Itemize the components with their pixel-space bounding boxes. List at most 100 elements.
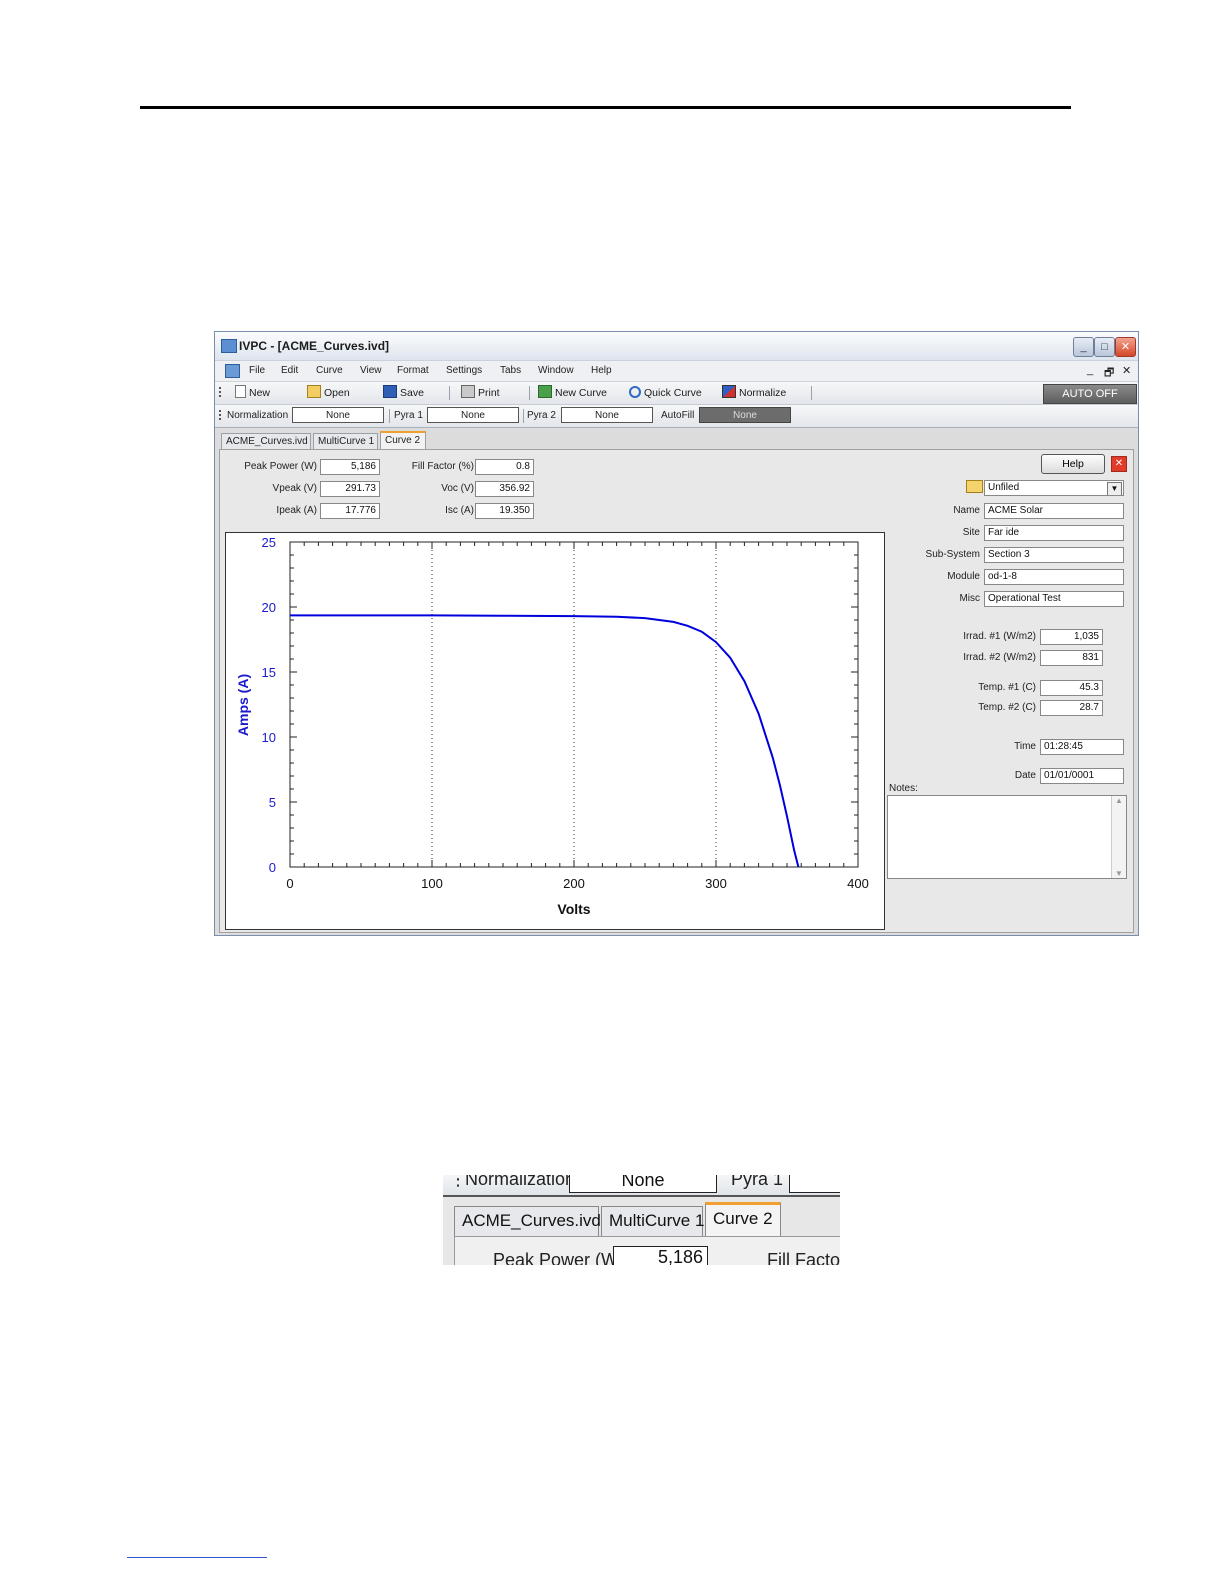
toolbar-separator <box>529 386 530 400</box>
y-tick-label: 10 <box>262 730 276 745</box>
menu-help[interactable]: Help <box>591 365 612 376</box>
x-tick-label: 0 <box>286 876 293 891</box>
minimize-button[interactable]: _ <box>1073 337 1094 357</box>
temp1-label: Temp. #1 (C) <box>978 682 1036 693</box>
pyra2-field[interactable]: None <box>561 407 653 423</box>
close-button[interactable]: ✕ <box>1115 337 1136 357</box>
menu-format[interactable]: Format <box>397 365 429 376</box>
quick-curve-button[interactable]: Quick Curve <box>629 385 702 401</box>
fill-factor-field[interactable]: 0.8 <box>475 459 534 475</box>
x-tick-label: 300 <box>705 876 727 891</box>
tab-acme-curves[interactable]: ACME_Curves.ivd <box>221 433 311 449</box>
date-label: Date <box>1014 770 1036 781</box>
site-label: Site <box>962 527 980 538</box>
pyra1-field[interactable]: None <box>427 407 519 423</box>
chevron-down-icon[interactable]: ▼ <box>1107 482 1122 495</box>
zoom-parameters-bar: ⋮ Normalization None Pyra 1 <box>443 1175 840 1197</box>
y-axis-title: Amps (A) <box>235 674 251 736</box>
new-button[interactable]: New <box>235 385 270 401</box>
date-field[interactable]: 01/01/0001 <box>1040 768 1124 784</box>
close-panel-icon[interactable]: ✕ <box>1111 456 1127 472</box>
toolbar-separator <box>449 386 450 400</box>
menu-edit[interactable]: Edit <box>281 365 298 376</box>
menu-tabs[interactable]: Tabs <box>500 365 521 376</box>
tab-multicurve-1[interactable]: MultiCurve 1 <box>313 433 378 449</box>
mdi-minimize-button[interactable]: _ <box>1087 364 1093 376</box>
normalize-icon <box>722 385 736 398</box>
temp1-field[interactable]: 45.3 <box>1040 680 1103 696</box>
mdi-restore-button[interactable]: 🗗 <box>1104 364 1114 383</box>
tab-curve-2[interactable]: Curve 2 <box>380 431 426 449</box>
menu-file[interactable]: File <box>249 365 265 376</box>
autofill-field[interactable]: None <box>699 407 791 423</box>
help-button[interactable]: Help <box>1041 454 1105 474</box>
voc-label: Voc (V) <box>441 483 474 494</box>
window-title: IVPC - [ACME_Curves.ivd] <box>239 339 390 353</box>
vpeak-label: Vpeak (V) <box>272 483 317 494</box>
app-icon <box>221 339 237 353</box>
irrad2-label: Irrad. #2 (W/m2) <box>963 652 1036 663</box>
menu-bar: File Edit Curve View Format Settings Tab… <box>215 361 1138 382</box>
zoomed-tab-detail: ⋮ Normalization None Pyra 1 ACME_Curves.… <box>443 1175 840 1265</box>
menu-view[interactable]: View <box>360 365 382 376</box>
autofill-label: AutoFill <box>661 410 695 421</box>
document-icon[interactable] <box>225 364 240 378</box>
menu-settings[interactable]: Settings <box>446 365 482 376</box>
temp2-field[interactable]: 28.7 <box>1040 700 1103 716</box>
subsystem-field[interactable]: Section 3 <box>984 547 1124 563</box>
module-field[interactable]: od-1-8 <box>984 569 1124 585</box>
ipeak-label: Ipeak (A) <box>276 505 317 516</box>
ipeak-field[interactable]: 17.776 <box>320 503 380 519</box>
y-tick-label: 0 <box>269 860 276 875</box>
new-curve-button[interactable]: New Curve <box>538 385 607 401</box>
title-bar[interactable]: IVPC - [ACME_Curves.ivd] _ □ ✕ <box>215 332 1138 361</box>
zoom-pyra1-label: Pyra 1 <box>731 1175 784 1189</box>
auto-off-button[interactable]: AUTO OFF <box>1043 384 1137 404</box>
y-tick-label: 25 <box>262 535 276 550</box>
toolbar-separator <box>811 386 812 400</box>
zoom-tab-curve-2[interactable]: Curve 2 <box>705 1202 781 1236</box>
folder-dropdown[interactable]: Unfiled ▼ <box>984 480 1124 496</box>
voc-field[interactable]: 356.92 <box>475 481 534 497</box>
name-field[interactable]: ACME Solar <box>984 503 1124 519</box>
normalization-field[interactable]: None <box>292 407 384 423</box>
notes-scrollbar[interactable]: ▲ ▼ <box>1111 796 1126 878</box>
notes-textarea[interactable]: ▲ ▼ <box>887 795 1127 879</box>
zoom-tab-multicurve-1[interactable]: MultiCurve 1 <box>601 1206 704 1236</box>
curve-panel: Peak Power (W) 5,186 Vpeak (V) 291.73 Ip… <box>219 449 1134 933</box>
save-disk-icon <box>383 385 397 398</box>
irrad2-field[interactable]: 831 <box>1040 650 1103 666</box>
open-button[interactable]: Open <box>307 385 350 401</box>
zoom-normalization-label: Normalization <box>465 1175 576 1189</box>
folder-icon <box>966 480 983 493</box>
site-field[interactable]: Far ide <box>984 525 1124 541</box>
temp2-label: Temp. #2 (C) <box>978 702 1036 713</box>
maximize-button[interactable]: □ <box>1094 337 1115 357</box>
save-button[interactable]: Save <box>383 385 424 401</box>
toolbar-grip[interactable] <box>219 387 221 399</box>
menu-curve[interactable]: Curve <box>316 365 343 376</box>
pyra1-label: Pyra 1 <box>394 410 423 421</box>
zoom-tab-acme-curves[interactable]: ACME_Curves.ivd <box>454 1206 601 1236</box>
menu-window[interactable]: Window <box>538 365 574 376</box>
isc-label: Isc (A) <box>445 505 474 516</box>
print-button[interactable]: Print <box>461 385 500 401</box>
vpeak-field[interactable]: 291.73 <box>320 481 380 497</box>
toolbar-separator <box>389 409 390 423</box>
irrad1-field[interactable]: 1,035 <box>1040 629 1103 645</box>
toolbar-grip[interactable] <box>219 410 221 422</box>
mdi-close-button[interactable]: ✕ <box>1122 364 1131 377</box>
isc-field[interactable]: 19.350 <box>475 503 534 519</box>
zoom-pyra1-field[interactable] <box>789 1175 840 1193</box>
zoom-normalization-field[interactable]: None <box>569 1175 717 1193</box>
subsystem-label: Sub-System <box>925 549 980 560</box>
time-field[interactable]: 01:28:45 <box>1040 739 1124 755</box>
footnote-rule <box>127 1557 267 1558</box>
page-top-rule <box>140 106 1071 109</box>
normalize-button[interactable]: Normalize <box>722 385 786 401</box>
pyra2-label: Pyra 2 <box>527 410 556 421</box>
peak-power-field[interactable]: 5,186 <box>320 459 380 475</box>
x-axis-title: Volts <box>557 901 590 917</box>
misc-field[interactable]: Operational Test <box>984 591 1124 607</box>
zoom-peak-power-field[interactable]: 5,186 <box>613 1246 708 1265</box>
